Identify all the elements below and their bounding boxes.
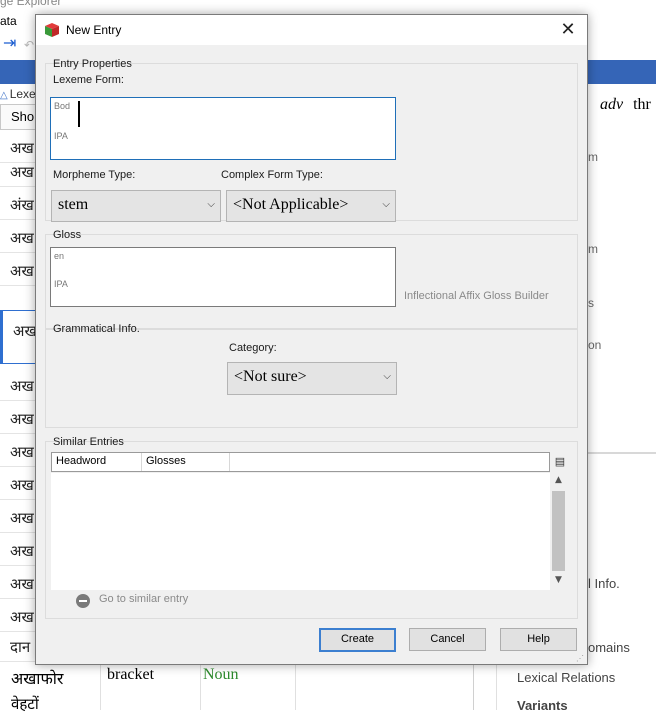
column-header-short[interactable]: Sho [0, 104, 38, 130]
warning-icon: △ [0, 90, 8, 101]
list-item[interactable]: अख [0, 566, 38, 599]
detail-fragment: m [588, 242, 598, 256]
gloss-label: Gloss [53, 229, 82, 241]
scroll-up-icon[interactable]: ▲ [550, 475, 567, 485]
category-label: Category: [229, 342, 277, 354]
cancel-button[interactable]: Cancel [409, 628, 486, 651]
ws-label-ipa: IPA [54, 279, 68, 289]
detail-fragment: on [588, 338, 602, 352]
entry-properties-label: Entry Properties [53, 58, 132, 70]
chevron-down-icon: ⌵ [382, 199, 390, 210]
similar-entries-label: Similar Entries [53, 436, 124, 448]
list-item[interactable]: अख [0, 500, 38, 533]
morpheme-type-value: stem [58, 196, 89, 213]
chevron-down-icon: ⌵ [383, 371, 391, 382]
inflectional-affix-gloss-builder-link[interactable]: Inflectional Affix Gloss Builder [404, 290, 549, 302]
list-item[interactable]: अख [0, 368, 38, 401]
headword-cell[interactable]: अखाफोर [11, 667, 63, 689]
navigate-icon[interactable]: ⇥ [3, 36, 21, 52]
lexeme-form-field[interactable]: Bod IPA [50, 97, 396, 160]
similar-entries-list[interactable] [51, 473, 550, 590]
list-item[interactable]: अख [0, 253, 38, 286]
gloss-cell[interactable]: bracket [107, 666, 154, 684]
grammatical-info-label: Grammatical Info. [53, 323, 140, 335]
text-caret [78, 101, 80, 127]
category-dropdown[interactable]: <Not sure> ⌵ [227, 362, 397, 395]
complex-form-type-label: Complex Form Type: [221, 169, 323, 181]
ws-label-vernacular: Bod [54, 101, 71, 111]
close-icon: ✕ [560, 19, 576, 39]
list-item[interactable]: अख [0, 220, 38, 253]
list-item[interactable]: अख [0, 533, 38, 566]
ws-label-en: en [54, 251, 65, 261]
menu-item-data[interactable]: ata [0, 14, 17, 28]
column-chooser-icon[interactable]: ▤ [553, 455, 567, 469]
help-button[interactable]: Help [500, 628, 577, 651]
go-to-entry-icon[interactable] [76, 594, 90, 608]
list-item[interactable]: अख [0, 434, 38, 467]
gloss-field[interactable]: en IPA [50, 247, 396, 307]
close-button[interactable]: ✕ [554, 19, 582, 41]
list-item[interactable]: अख [0, 401, 38, 434]
pos-cell[interactable]: Noun [203, 666, 239, 684]
scroll-down-icon[interactable]: ▼ [550, 575, 567, 585]
lexeme-form-label: Lexeme Form: [53, 74, 124, 86]
morpheme-type-label: Morpheme Type: [53, 169, 136, 181]
dialog-title: New Entry [66, 23, 122, 37]
list-item[interactable]: अख [0, 599, 38, 632]
chevron-down-icon: ⌵ [207, 199, 215, 210]
category-value: <Not sure> [234, 368, 307, 385]
dialog-titlebar[interactable]: New Entry ✕ [36, 15, 587, 45]
detail-fragment: m [588, 150, 598, 164]
entry-preview-header: adv thr [600, 96, 651, 114]
preview-pos: adv [600, 96, 624, 113]
detail-section-grammatical[interactable]: l Info. [588, 576, 620, 591]
similar-entries-header: Headword Glosses [51, 452, 550, 472]
detail-section-lexical-relations[interactable]: Lexical Relations [517, 670, 615, 685]
list-item[interactable]: अख [0, 154, 38, 187]
scrollbar-thumb[interactable] [552, 491, 565, 571]
new-entry-dialog: New Entry ✕ Entry Properties Lexeme Form… [35, 14, 588, 665]
go-to-similar-entry-link[interactable]: Go to similar entry [99, 593, 188, 605]
app-title: ge Explorer [0, 0, 62, 8]
detail-section-variants[interactable]: Variants [517, 698, 568, 713]
preview-word: thr [633, 96, 651, 113]
complex-form-type-value: <Not Applicable> [233, 196, 349, 213]
morpheme-type-dropdown[interactable]: stem ⌵ [51, 190, 221, 222]
complex-form-type-dropdown[interactable]: <Not Applicable> ⌵ [226, 190, 396, 222]
list-item[interactable]: दान [0, 629, 38, 662]
list-item-selected[interactable]: अख [0, 310, 38, 364]
tab-lexemes[interactable]: △ Lexe [0, 87, 36, 101]
column-header-headword[interactable]: Headword [52, 453, 142, 471]
app-cube-icon [45, 23, 59, 37]
detail-fragment: s [588, 296, 594, 310]
headword-cell[interactable]: वेहटों [11, 694, 39, 714]
create-button[interactable]: Create [319, 628, 396, 652]
resize-grip-icon[interactable]: ⋰ [576, 655, 586, 665]
vertical-scrollbar[interactable]: ▲ ▼ [550, 473, 567, 590]
detail-section-domains[interactable]: omains [588, 640, 630, 655]
tab-label: Lexe [9, 87, 36, 101]
ws-label-ipa: IPA [54, 131, 68, 141]
column-header-glosses[interactable]: Glosses [142, 453, 230, 471]
list-item[interactable]: अख [0, 467, 38, 500]
list-item[interactable]: अंख [0, 187, 38, 220]
